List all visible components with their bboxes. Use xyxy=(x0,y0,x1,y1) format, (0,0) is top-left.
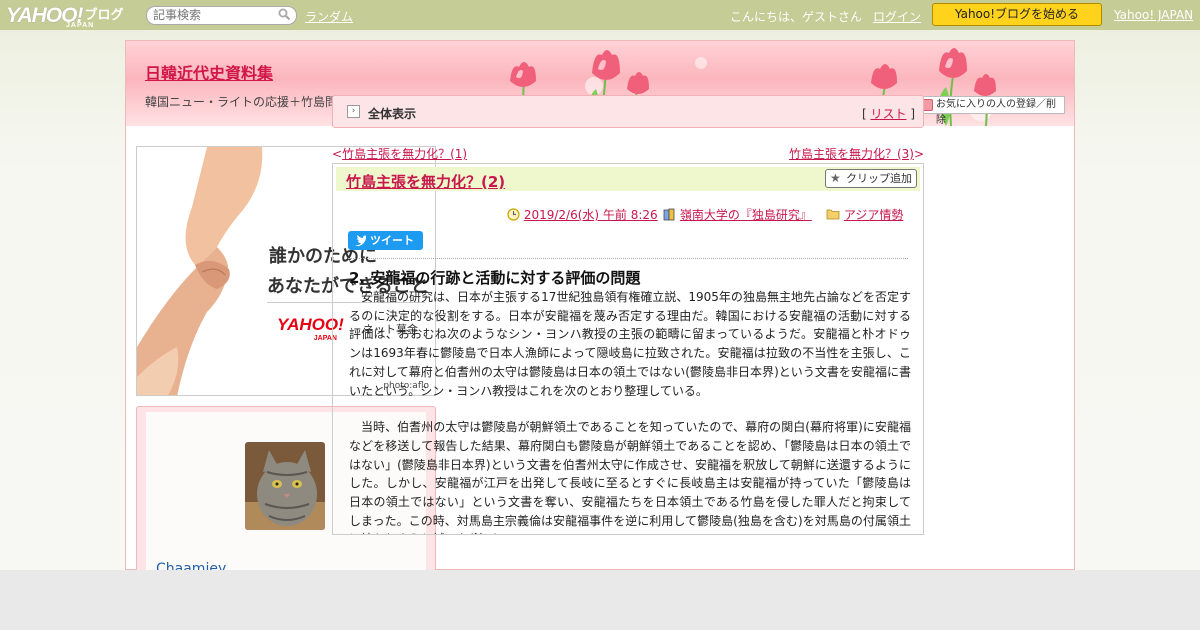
search-icon[interactable] xyxy=(278,8,291,24)
entry-heading: 2. 安龍福の行跡と活動に対する評価の問題 xyxy=(349,269,641,287)
favorite-register-button[interactable]: お気に入りの人の登録／削除 xyxy=(917,96,1065,126)
banner-yahoo-logo: YAHOO!JAPAN xyxy=(277,315,344,342)
start-blog-button[interactable]: Yahoo!ブログを始める xyxy=(932,3,1102,26)
entry-category-link[interactable]: アジア情勢 xyxy=(844,208,904,222)
logo-blog-text: ブログ xyxy=(84,7,124,22)
all-view-bar: › 全体表示 [ リスト ] xyxy=(332,95,924,128)
arrow-box-icon: › xyxy=(347,105,360,118)
tweet-label: ツイート xyxy=(370,234,414,247)
entry-title-link[interactable]: 竹島主張を無力化？(2) xyxy=(346,171,505,192)
entry-paragraph-1: 安龍福の研究は、日本が主張する17世紀独島領有権確立説、1905年の独島無主地先… xyxy=(349,290,911,398)
next-entry-nav: 竹島主張を無力化？(3)> xyxy=(789,145,924,162)
yahoo-japan-link[interactable]: Yahoo! JAPAN xyxy=(1114,8,1193,22)
entry-book-link[interactable]: 嶺南大学の『独島研究』 xyxy=(680,208,812,222)
twitter-bird-icon xyxy=(354,231,366,256)
login-link[interactable]: ログイン xyxy=(873,8,921,25)
random-link[interactable]: ランダム xyxy=(305,8,353,25)
entry-body: 安龍福の研究は、日本が主張する17世紀独島領有権確立説、1905年の独島無主地先… xyxy=(349,288,911,534)
entry-title-bar: 竹島主張を無力化？(2) ★ クリップ追加 xyxy=(336,167,920,191)
list-link-group: [ リスト ] xyxy=(862,105,915,122)
next-arrow: > xyxy=(913,147,924,161)
blog-title-link[interactable]: 日韓近代史資料集 xyxy=(145,60,273,84)
blog-entry: 竹島主張を無力化？(2) ★ クリップ追加 2019/2/6(水) 午前 8:2… xyxy=(332,163,924,535)
list-bracket-close: ] xyxy=(910,107,915,121)
search-input[interactable] xyxy=(153,7,273,23)
prev-entry-link[interactable]: 竹島主張を無力化？(1) xyxy=(342,147,467,161)
clock-icon xyxy=(507,207,520,224)
tweet-button[interactable]: ツイート xyxy=(348,231,423,250)
entry-date-link[interactable]: 2019/2/6(水) 午前 8:26 xyxy=(524,208,658,222)
search-box xyxy=(146,6,297,25)
all-view-label: 全体表示 xyxy=(368,107,417,121)
next-entry-link[interactable]: 竹島主張を無力化？(3) xyxy=(789,147,914,161)
logo-sub-text: JAPAN xyxy=(66,22,95,29)
clip-button-label: クリップ追加 xyxy=(846,172,912,185)
prev-arrow: < xyxy=(332,147,343,161)
entry-book: 嶺南大学の『独島研究』 xyxy=(663,206,812,224)
greeting-text: こんにちは、ゲストさん xyxy=(730,10,863,24)
yahoo-blog-logo[interactable]: YAHOO! ブログ JAPAN xyxy=(6,4,124,29)
star-icon: ★ xyxy=(830,171,841,185)
list-bracket-open: [ xyxy=(861,107,867,121)
folder-icon xyxy=(826,208,840,223)
top-bar: YAHOO!ブログ JAPAN ランダム こんにちは、ゲストさん ログイン Ya… xyxy=(0,0,1200,30)
book-icon xyxy=(663,208,676,224)
entry-category: アジア情勢 xyxy=(826,206,903,223)
prev-entry-nav: <竹島主張を無力化？(1) xyxy=(332,145,467,162)
entry-divider xyxy=(348,258,908,259)
entry-paragraph-2: 当時、伯耆州の太守は鬱陵島が朝鮮領土であることを知っていたので、幕府の関白(幕府… xyxy=(349,420,911,534)
avatar[interactable] xyxy=(245,442,325,530)
entry-date: 2019/2/6(水) 午前 8:26 xyxy=(507,206,658,224)
blog-description: 韓国ニュー・ライトの応援＋竹島問題 xyxy=(145,95,350,109)
page-footer-area xyxy=(0,570,1200,630)
list-link[interactable]: リスト xyxy=(870,107,906,121)
clip-add-button[interactable]: ★ クリップ追加 xyxy=(825,169,917,188)
